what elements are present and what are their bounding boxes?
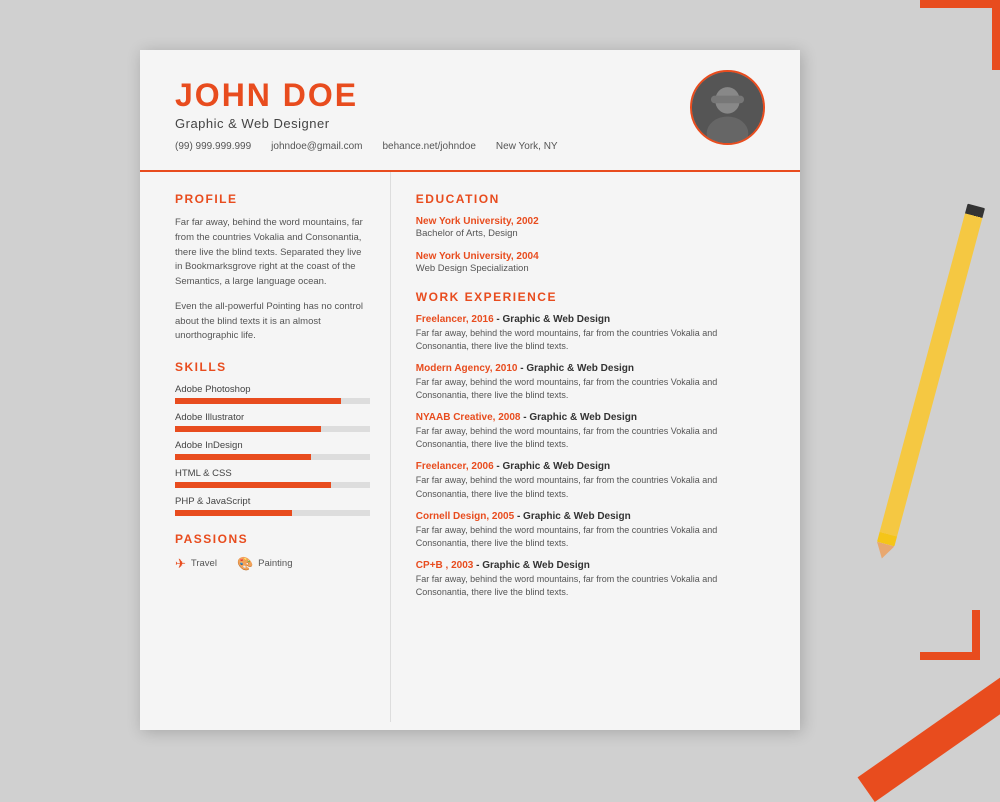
work-item: NYAAB Creative, 2008 - Graphic & Web Des… xyxy=(416,412,770,451)
resume-header: JOHN DOE Graphic & Web Designer (99) 999… xyxy=(140,50,800,172)
work-company: CP+B , 2003 xyxy=(416,560,474,571)
passion-item: 🎨 Painting xyxy=(237,556,293,572)
pencil-decoration xyxy=(877,204,985,547)
passion-icon: ✈ xyxy=(175,556,186,572)
person-name: JOHN DOE xyxy=(175,78,558,113)
education-degree: Web Design Specialization xyxy=(416,263,770,274)
resume-paper: JOHN DOE Graphic & Web Designer (99) 999… xyxy=(140,50,800,730)
skill-name: HTML & CSS xyxy=(175,468,370,479)
header-left: JOHN DOE Graphic & Web Designer (99) 999… xyxy=(175,78,558,152)
passion-item: ✈ Travel xyxy=(175,556,217,572)
profile-paragraph-1: Far far away, behind the word mountains,… xyxy=(175,216,370,290)
avatar-image xyxy=(692,72,763,143)
skill-item: Adobe Photoshop xyxy=(175,384,370,404)
skill-name: Adobe Photoshop xyxy=(175,384,370,395)
education-item: New York University, 2002 Bachelor of Ar… xyxy=(416,216,770,239)
skills-list: Adobe Photoshop Adobe Illustrator Adobe … xyxy=(175,384,370,516)
education-school: New York University, 2004 xyxy=(416,251,770,262)
corner-decoration-top-right xyxy=(920,0,1000,70)
work-company: Cornell Design, 2005 xyxy=(416,511,514,522)
education-list: New York University, 2002 Bachelor of Ar… xyxy=(416,216,770,274)
email: johndoe@gmail.com xyxy=(271,141,362,152)
work-list: Freelancer, 2016 - Graphic & Web Design … xyxy=(416,314,770,599)
work-company: Freelancer, 2016 xyxy=(416,314,494,325)
work-company: Modern Agency, 2010 xyxy=(416,363,518,374)
skill-bar-fill xyxy=(175,510,292,516)
work-title: Freelancer, 2006 - Graphic & Web Design xyxy=(416,461,770,472)
orange-diagonal-band xyxy=(858,663,1000,802)
skill-item: Adobe InDesign xyxy=(175,440,370,460)
work-item: Freelancer, 2006 - Graphic & Web Design … xyxy=(416,461,770,500)
skill-bar-fill xyxy=(175,454,311,460)
skill-bar-fill xyxy=(175,398,341,404)
work-description: Far far away, behind the word mountains,… xyxy=(416,425,770,451)
work-description: Far far away, behind the word mountains,… xyxy=(416,474,770,500)
passion-label: Painting xyxy=(258,558,292,569)
skills-section-title: SKILLS xyxy=(175,360,370,374)
skill-bar-fill xyxy=(175,482,331,488)
resume-content: PROFILE Far far away, behind the word mo… xyxy=(140,172,800,722)
work-company: Freelancer, 2006 xyxy=(416,461,494,472)
skill-bar-bg xyxy=(175,482,370,488)
phone: (99) 999.999.999 xyxy=(175,141,251,152)
education-school: New York University, 2002 xyxy=(416,216,770,227)
work-description: Far far away, behind the word mountains,… xyxy=(416,524,770,550)
profile-paragraph-2: Even the all-powerful Pointing has no co… xyxy=(175,300,370,344)
work-title: Cornell Design, 2005 - Graphic & Web Des… xyxy=(416,511,770,522)
person-title: Graphic & Web Designer xyxy=(175,116,558,131)
education-section-title: EDUCATION xyxy=(416,192,770,206)
skill-name: Adobe InDesign xyxy=(175,440,370,451)
skill-item: PHP & JavaScript xyxy=(175,496,370,516)
work-item: CP+B , 2003 - Graphic & Web Design Far f… xyxy=(416,560,770,599)
work-description: Far far away, behind the word mountains,… xyxy=(416,376,770,402)
right-column: EDUCATION New York University, 2002 Bach… xyxy=(391,172,800,722)
work-description: Far far away, behind the word mountains,… xyxy=(416,327,770,353)
work-title: Freelancer, 2016 - Graphic & Web Design xyxy=(416,314,770,325)
skill-bar-fill xyxy=(175,426,321,432)
portfolio: behance.net/johndoe xyxy=(382,141,475,152)
education-degree: Bachelor of Arts, Design xyxy=(416,228,770,239)
passions-section-title: PASSIONS xyxy=(175,532,370,546)
work-item: Modern Agency, 2010 - Graphic & Web Desi… xyxy=(416,363,770,402)
work-title: Modern Agency, 2010 - Graphic & Web Desi… xyxy=(416,363,770,374)
skill-bar-bg xyxy=(175,398,370,404)
work-item: Cornell Design, 2005 - Graphic & Web Des… xyxy=(416,511,770,550)
skill-bar-bg xyxy=(175,454,370,460)
location: New York, NY xyxy=(496,141,558,152)
work-item: Freelancer, 2016 - Graphic & Web Design … xyxy=(416,314,770,353)
work-title: NYAAB Creative, 2008 - Graphic & Web Des… xyxy=(416,412,770,423)
skill-item: Adobe Illustrator xyxy=(175,412,370,432)
work-title: CP+B , 2003 - Graphic & Web Design xyxy=(416,560,770,571)
left-column: PROFILE Far far away, behind the word mo… xyxy=(140,172,391,722)
skill-name: PHP & JavaScript xyxy=(175,496,370,507)
contact-info: (99) 999.999.999 johndoe@gmail.com behan… xyxy=(175,141,558,152)
skill-bar-bg xyxy=(175,426,370,432)
education-item: New York University, 2004 Web Design Spe… xyxy=(416,251,770,274)
work-company: NYAAB Creative, 2008 xyxy=(416,412,521,423)
profile-section-title: PROFILE xyxy=(175,192,370,206)
skill-bar-bg xyxy=(175,510,370,516)
work-description: Far far away, behind the word mountains,… xyxy=(416,573,770,599)
avatar xyxy=(690,70,765,145)
skill-item: HTML & CSS xyxy=(175,468,370,488)
passions-list: ✈ Travel 🎨 Painting xyxy=(175,556,370,572)
passion-icon: 🎨 xyxy=(237,556,253,572)
corner-decoration-bottom-right xyxy=(920,610,980,660)
skill-name: Adobe Illustrator xyxy=(175,412,370,423)
work-section-title: WORK EXPERIENCE xyxy=(416,290,770,304)
passion-label: Travel xyxy=(191,558,217,569)
